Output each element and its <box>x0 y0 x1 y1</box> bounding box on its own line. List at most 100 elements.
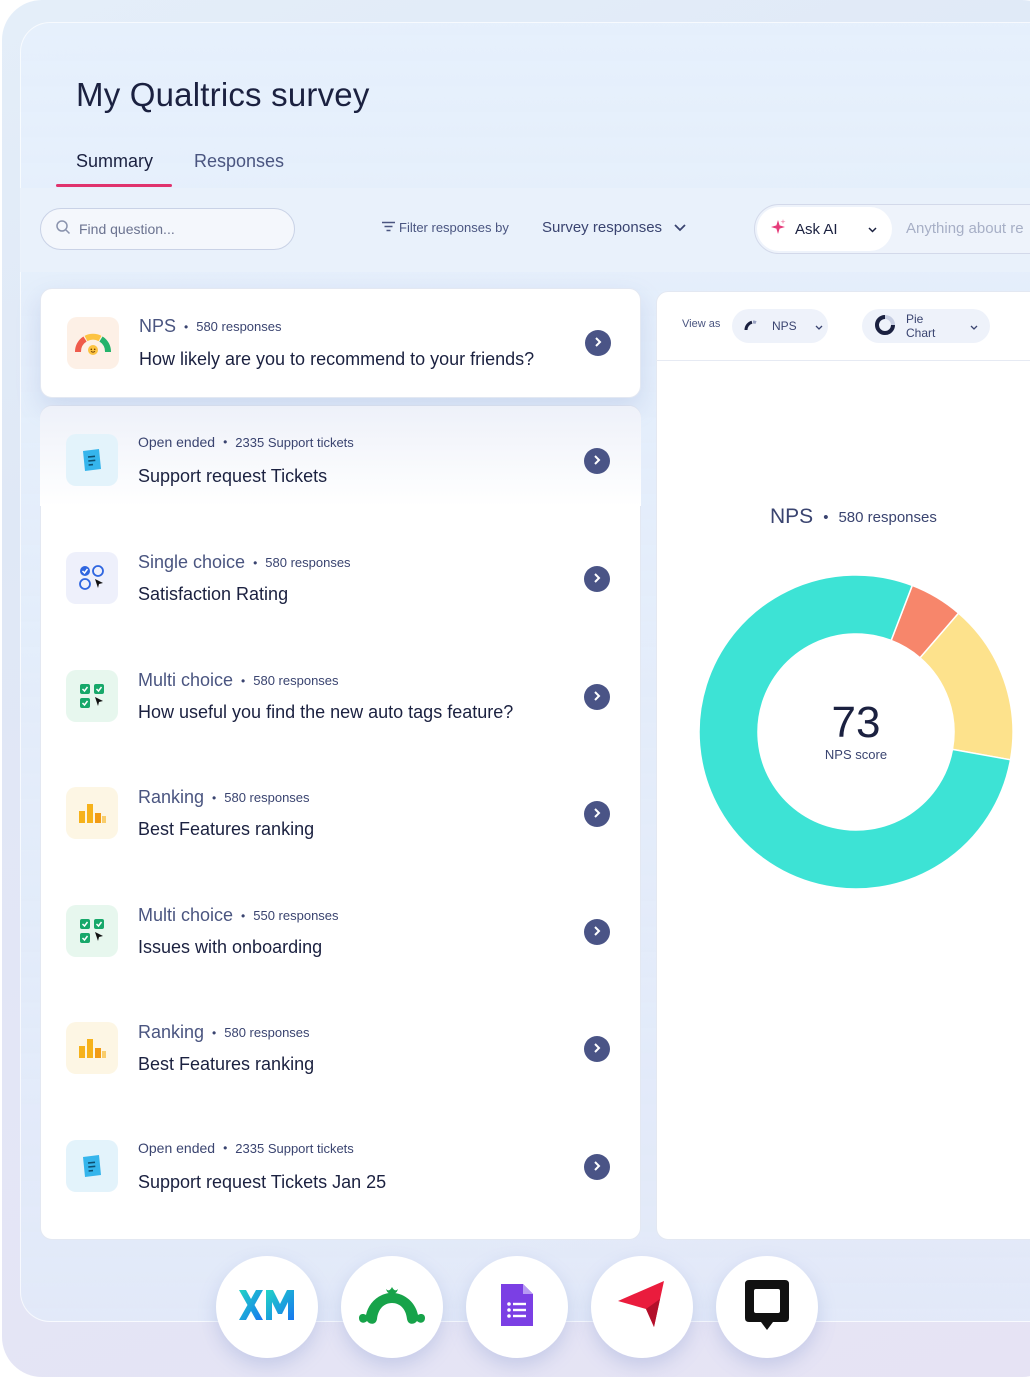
question-count: 2335 Support tickets <box>235 434 354 450</box>
chart-type-value: Pie Chart <box>906 312 936 340</box>
question-type: Ranking <box>138 1022 205 1042</box>
question-card[interactable]: Ranking • 580 responses Best Features ra… <box>40 994 641 1112</box>
question-type: NPS <box>139 316 177 336</box>
xm-logo-icon <box>237 1288 297 1327</box>
document-icon <box>66 1140 118 1192</box>
tab-summary[interactable]: Summary <box>76 151 153 172</box>
question-meta: Ranking • 580 responses <box>138 1022 310 1042</box>
question-type: Single choice <box>138 552 246 572</box>
question-text: How likely are you to recommend to your … <box>139 349 535 369</box>
search-icon <box>55 219 71 240</box>
question-text: Issues with onboarding <box>138 937 323 957</box>
open-question-button[interactable] <box>584 1154 610 1180</box>
open-question-button[interactable] <box>584 448 610 474</box>
question-text: Satisfaction Rating <box>138 584 289 604</box>
question-count: 580 responses <box>224 1025 310 1040</box>
question-meta: NPS • 580 responses <box>139 316 282 336</box>
multi-choice-icon <box>66 670 118 722</box>
question-count: 2335 Support tickets <box>235 1140 354 1156</box>
question-meta: Ranking • 580 responses <box>138 787 310 807</box>
tab-responses[interactable]: Responses <box>194 151 284 172</box>
pointer-app-button[interactable] <box>591 1256 693 1358</box>
question-type: Multi choice <box>138 905 234 925</box>
chevron-down-icon <box>674 219 686 236</box>
open-question-button[interactable] <box>584 1036 610 1062</box>
chart-title-text: NPS <box>770 505 814 528</box>
bar-ranking-icon <box>66 1022 118 1074</box>
question-text: Best Features ranking <box>138 1054 315 1074</box>
ask-ai-button[interactable]: Ask AI <box>757 207 892 251</box>
question-card[interactable]: Multi choice • 550 responses Issues with… <box>40 877 641 995</box>
question-count: 580 responses <box>196 319 282 334</box>
question-card[interactable]: Single choice • 580 responses Satisfacti… <box>40 524 641 642</box>
question-meta: Multi choice • 580 responses <box>138 670 339 690</box>
question-type: Open ended <box>138 434 216 450</box>
question-text: How useful you find the new auto tags fe… <box>138 702 514 722</box>
question-type: Open ended <box>138 1140 216 1156</box>
search-box[interactable] <box>40 208 295 250</box>
survey-responses-select[interactable]: Survey responses <box>542 219 686 236</box>
chevron-right-icon <box>593 334 603 352</box>
view-as-value: NPS <box>772 319 797 333</box>
filter-button[interactable]: Filter responses by <box>382 220 509 235</box>
pie-chart-icon <box>874 314 896 339</box>
chevron-right-icon <box>592 452 602 470</box>
ask-ai-input[interactable]: Anything about re <box>906 220 1024 237</box>
open-question-button[interactable] <box>584 919 610 945</box>
open-question-button[interactable] <box>585 330 611 356</box>
open-question-button[interactable] <box>584 801 610 827</box>
search-input[interactable] <box>79 221 279 237</box>
multi-choice-icon <box>66 905 118 957</box>
active-tab-indicator <box>56 184 172 187</box>
question-meta: Multi choice • 550 responses <box>138 905 339 925</box>
chat-square-icon <box>743 1278 791 1337</box>
gauge-icon <box>67 317 119 369</box>
question-card[interactable]: Open ended • 2335 Support tickets Suppor… <box>40 1112 641 1230</box>
chevron-right-icon <box>592 1158 602 1176</box>
chart-response-count: 580 responses <box>838 508 937 526</box>
forms-logo-icon <box>499 1282 535 1333</box>
question-type: Ranking <box>138 787 205 807</box>
red-arrow-logo-icon <box>616 1279 668 1336</box>
xm-app-button[interactable] <box>216 1256 318 1358</box>
filter-icon <box>382 220 395 235</box>
question-text: Support request Tickets <box>138 466 328 486</box>
open-question-button[interactable] <box>584 566 610 592</box>
chevron-down-icon <box>970 319 978 333</box>
question-count: 580 responses <box>265 555 351 570</box>
question-type: Multi choice <box>138 670 234 690</box>
single-choice-icon <box>66 552 118 604</box>
chevron-right-icon <box>592 688 602 706</box>
chevron-right-icon <box>592 1040 602 1058</box>
question-card[interactable]: Open ended • 2335 Support tickets Suppor… <box>40 406 641 524</box>
chart-title: NPS • 580 responses <box>770 505 937 528</box>
chart-type-select[interactable]: Pie Chart <box>862 309 990 343</box>
sparkle-icon <box>769 218 787 241</box>
document-icon <box>66 434 118 486</box>
bar-ranking-icon <box>66 787 118 839</box>
question-count: 580 responses <box>253 673 339 688</box>
question-meta: Single choice • 580 responses <box>138 552 351 572</box>
nps-score-label: NPS score <box>824 747 888 762</box>
google-forms-app-button[interactable] <box>466 1256 568 1358</box>
view-as-label: View as <box>682 318 721 330</box>
question-text: Best Features ranking <box>138 819 315 839</box>
monkey-logo-icon <box>358 1283 426 1332</box>
nps-score-value: 73 <box>831 698 881 747</box>
chevron-down-icon <box>815 319 823 333</box>
question-card[interactable]: Ranking • 580 responses Best Features ra… <box>40 759 641 877</box>
survey-select-value: Survey responses <box>542 219 663 236</box>
open-question-button[interactable] <box>584 684 610 710</box>
question-card-selected[interactable]: NPS • 580 responses How likely are you t… <box>40 288 641 398</box>
question-card[interactable]: Multi choice • 580 responses How useful … <box>40 642 641 760</box>
chevron-down-icon <box>868 220 877 238</box>
question-meta: Open ended • 2335 Support tickets <box>138 1140 354 1156</box>
filter-label: Filter responses by <box>399 220 509 235</box>
question-text: Support request Tickets Jan 25 <box>138 1172 387 1192</box>
chevron-right-icon <box>592 923 602 941</box>
surveymonkey-app-button[interactable] <box>341 1256 443 1358</box>
chevron-right-icon <box>592 805 602 823</box>
chat-app-button[interactable] <box>716 1256 818 1358</box>
ask-ai-label: Ask AI <box>795 220 838 238</box>
view-as-select[interactable]: NPS <box>732 309 828 343</box>
